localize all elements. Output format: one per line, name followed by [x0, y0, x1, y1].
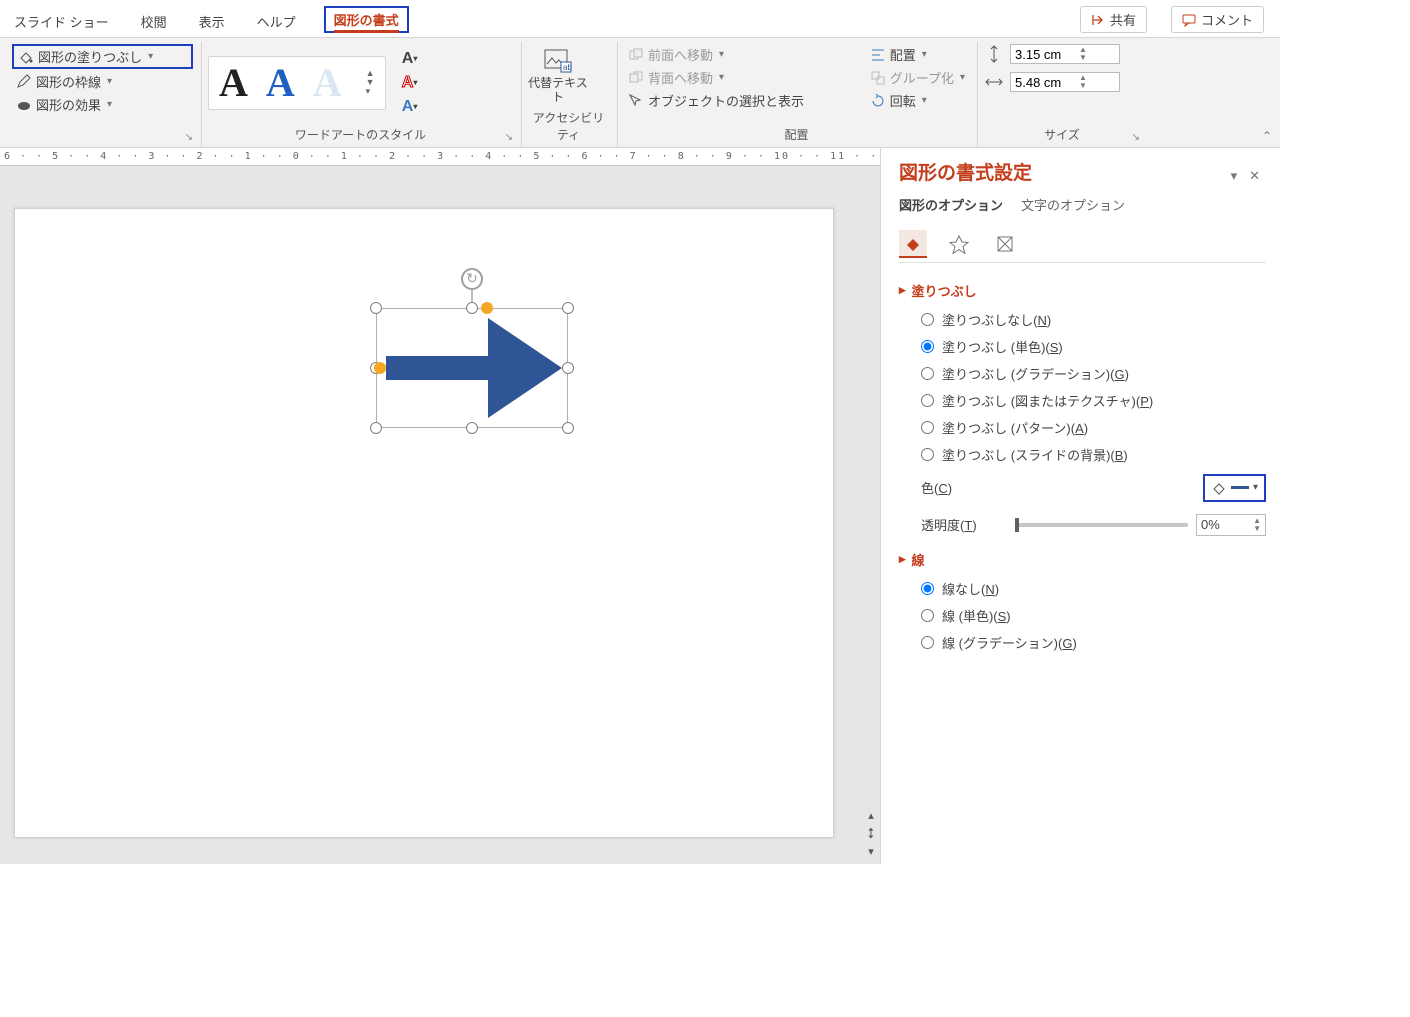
- category-size-icon[interactable]: [991, 230, 1019, 258]
- width-input[interactable]: ▲▼: [1010, 72, 1120, 92]
- group-launcher-icon[interactable]: ↘: [185, 132, 193, 143]
- alt-text-button[interactable]: ab 代替テキスト: [528, 44, 588, 105]
- transparency-input[interactable]: 0%▲▼: [1196, 514, 1266, 536]
- wordart-group-label: ワードアートのスタイル: [295, 128, 426, 142]
- width-value[interactable]: [1015, 75, 1073, 90]
- arrange-group-label: 配置: [624, 126, 969, 145]
- fill-color-picker[interactable]: ▾: [1203, 474, 1266, 502]
- shape-outline-label: 図形の枠線: [36, 72, 101, 91]
- fill-gradient-radio[interactable]: 塗りつぶし (グラデーション)(G): [899, 360, 1266, 387]
- shape-effects-label: 図形の効果: [36, 95, 101, 114]
- group-button[interactable]: グループ化▾: [866, 67, 969, 88]
- format-shape-pane: 図形の書式設定 ▾ ✕ 図形のオプション 文字のオプション ▸ 塗りつぶし 塗り…: [880, 148, 1280, 864]
- group-icon: [870, 70, 886, 86]
- share-label: 共有: [1110, 10, 1136, 29]
- rotate-handle[interactable]: ↻: [461, 268, 483, 290]
- paint-bucket-icon: [18, 49, 34, 65]
- shape-fill-label: 図形の塗りつぶし: [38, 47, 142, 66]
- vertical-scroll-buttons[interactable]: ▴⭥▾: [862, 809, 880, 858]
- color-label: 色: [921, 481, 934, 496]
- gallery-scroll[interactable]: ▲▼▾: [366, 69, 375, 96]
- height-icon: [984, 44, 1004, 64]
- fill-section-header[interactable]: ▸ 塗りつぶし: [899, 281, 1266, 300]
- fill-slidebg-radio[interactable]: 塗りつぶし (スライドの背景)(B): [899, 441, 1266, 468]
- align-button[interactable]: 配置▾: [866, 44, 969, 65]
- pencil-icon: [16, 74, 32, 90]
- transparency-slider[interactable]: [1015, 523, 1188, 527]
- send-backward-button[interactable]: 背面へ移動▾: [624, 67, 862, 88]
- menu-view[interactable]: 表示: [195, 10, 229, 33]
- selection-border: [376, 308, 568, 428]
- collapse-ribbon-button[interactable]: ⌃: [1262, 129, 1272, 143]
- selected-shape-arrow[interactable]: ↻: [376, 268, 568, 428]
- selection-pane-button[interactable]: オブジェクトの選択と表示: [624, 90, 862, 111]
- category-fill-line-icon[interactable]: [899, 230, 927, 258]
- fill-none-radio[interactable]: 塗りつぶしなし(N): [899, 306, 1266, 333]
- canvas[interactable]: 6 · · 5 · · 4 · · 3 · · 2 · · 1 · · 0 · …: [0, 148, 880, 864]
- resize-handle[interactable]: [466, 422, 478, 434]
- menu-review[interactable]: 校閲: [137, 10, 171, 33]
- svg-text:ab: ab: [563, 63, 572, 72]
- size-group-label: サイズ: [1044, 128, 1080, 142]
- menu-shape-format[interactable]: 図形の書式: [324, 6, 409, 33]
- resize-handle[interactable]: [562, 302, 574, 314]
- height-value[interactable]: [1015, 47, 1073, 62]
- tab-text-options[interactable]: 文字のオプション: [1021, 195, 1125, 214]
- selection-pane-icon: [628, 93, 644, 109]
- pane-title: 図形の書式設定: [899, 158, 1032, 185]
- send-backward-icon: [628, 70, 644, 86]
- comment-button[interactable]: コメント: [1171, 6, 1264, 33]
- comment-icon: [1182, 13, 1196, 27]
- tab-shape-options[interactable]: 図形のオプション: [899, 195, 1003, 214]
- bring-forward-icon: [628, 47, 644, 63]
- comment-label: コメント: [1201, 10, 1253, 29]
- fill-solid-radio[interactable]: 塗りつぶし (単色)(S): [899, 333, 1266, 360]
- shape-outline-button[interactable]: 図形の枠線▾: [12, 71, 193, 92]
- adjustment-handle[interactable]: [374, 362, 386, 374]
- pane-options-button[interactable]: ▾: [1225, 168, 1244, 184]
- resize-handle[interactable]: [466, 302, 478, 314]
- resize-handle[interactable]: [562, 422, 574, 434]
- menu-slideshow[interactable]: スライド ショー: [10, 10, 113, 33]
- effects-icon: [16, 97, 32, 113]
- rotate-icon: [870, 93, 886, 109]
- menu-help[interactable]: ヘルプ: [253, 10, 300, 33]
- accessibility-group-label: アクセシビリティ: [528, 109, 609, 145]
- alt-text-label: 代替テキスト: [528, 76, 588, 105]
- height-input[interactable]: ▲▼: [1010, 44, 1120, 64]
- wordart-style-1[interactable]: A: [219, 63, 248, 103]
- alt-text-icon: ab: [543, 48, 573, 74]
- horizontal-ruler: 6 · · 5 · · 4 · · 3 · · 2 · · 1 · · 0 · …: [0, 148, 880, 166]
- transparency-label: 透明度: [921, 518, 960, 533]
- wordart-style-3[interactable]: A: [313, 63, 342, 103]
- line-gradient-radio[interactable]: 線 (グラデーション)(G): [899, 629, 1266, 656]
- pane-close-button[interactable]: ✕: [1243, 168, 1266, 184]
- shape-effects-button[interactable]: 図形の効果▾: [12, 94, 193, 115]
- align-icon: [870, 47, 886, 63]
- bring-forward-button[interactable]: 前面へ移動▾: [624, 44, 862, 65]
- group-launcher-icon[interactable]: ↘: [505, 132, 513, 143]
- line-section-header[interactable]: ▸ 線: [899, 550, 1266, 569]
- line-none-radio[interactable]: 線なし(N): [899, 575, 1266, 602]
- wordart-gallery[interactable]: A A A ▲▼▾: [208, 56, 386, 110]
- line-solid-radio[interactable]: 線 (単色)(S): [899, 602, 1266, 629]
- resize-handle[interactable]: [562, 362, 574, 374]
- width-icon: [984, 72, 1004, 92]
- fill-pattern-radio[interactable]: 塗りつぶし (パターン)(A): [899, 414, 1266, 441]
- text-effects-button[interactable]: A▾: [396, 97, 424, 117]
- share-button[interactable]: 共有: [1080, 6, 1147, 33]
- wordart-style-2[interactable]: A: [266, 63, 295, 103]
- shape-fill-button[interactable]: 図形の塗りつぶし▾: [12, 44, 193, 69]
- group-launcher-icon[interactable]: ↘: [1132, 132, 1140, 143]
- fill-picture-radio[interactable]: 塗りつぶし (図またはテクスチャ)(P): [899, 387, 1266, 414]
- share-icon: [1091, 13, 1105, 27]
- paint-bucket-icon: [1211, 480, 1227, 496]
- resize-handle[interactable]: [370, 302, 382, 314]
- text-fill-button[interactable]: A▾: [396, 49, 424, 69]
- rotate-button[interactable]: 回転▾: [866, 90, 969, 111]
- category-effects-icon[interactable]: [945, 230, 973, 258]
- resize-handle[interactable]: [370, 422, 382, 434]
- text-outline-button[interactable]: A▾: [396, 73, 424, 93]
